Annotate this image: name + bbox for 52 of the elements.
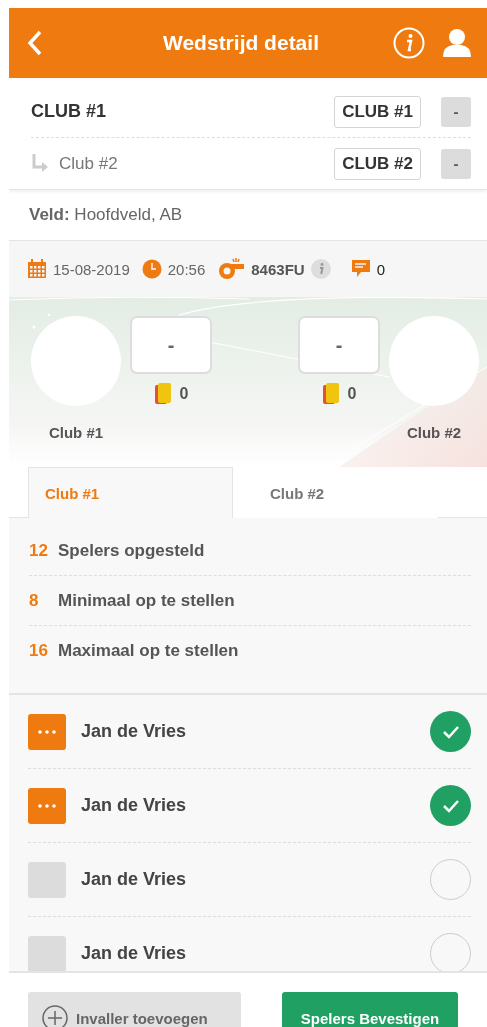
card-icon [321, 382, 340, 406]
calendar-icon [27, 259, 47, 279]
remove-button[interactable]: - [441, 148, 471, 179]
comment-icon [350, 259, 371, 279]
stat-number: 16 [29, 640, 49, 661]
remove-button[interactable]: - [441, 96, 471, 127]
club-tag: CLUB #1 [334, 95, 421, 128]
player-name: Jan de Vries [81, 721, 188, 742]
add-substitute-button[interactable]: Invaller toevoegen [28, 992, 241, 1027]
player-menu-button[interactable] [28, 787, 66, 824]
player-menu-button[interactable] [28, 713, 66, 750]
more-icon [38, 803, 56, 808]
club-name: CLUB #1 [31, 101, 107, 122]
info-icon[interactable] [310, 259, 331, 279]
stat-number: 8 [29, 590, 40, 611]
match-date: 15-08-2019 [53, 260, 130, 278]
team-name: Club #2 [406, 424, 462, 441]
stat-label: Spelers opgesteld [58, 540, 205, 561]
score-field[interactable]: - [130, 316, 212, 374]
card-count: 0 [347, 385, 357, 403]
stat-number: 12 [29, 540, 49, 561]
club-name: Club #2 [59, 153, 119, 174]
user-icon[interactable] [441, 28, 473, 58]
checkmark-icon [441, 724, 460, 739]
stat-label: Minimaal op te stellen [58, 590, 235, 611]
card-icon [153, 382, 172, 406]
clock-icon [141, 259, 162, 279]
more-icon [38, 729, 56, 734]
score-field[interactable]: - [298, 316, 380, 374]
info-icon[interactable] [393, 27, 425, 59]
page-title: Wedstrijd detail [162, 31, 320, 55]
field-location: Veld: Hoofdveld, AB [29, 205, 183, 225]
player-checkbox[interactable] [430, 711, 471, 752]
whistle-icon [217, 258, 246, 280]
player-checkbox[interactable] [430, 933, 471, 971]
checkmark-icon [441, 798, 460, 813]
add-icon [42, 1005, 68, 1027]
referee-code: 8463FU [251, 260, 305, 278]
team-name: Club #1 [48, 424, 104, 441]
card-count: 0 [179, 385, 189, 403]
confirm-players-button[interactable]: Spelers Bevestigen [282, 992, 458, 1027]
player-name: Jan de Vries [81, 869, 188, 890]
player-name: Jan de Vries [81, 795, 188, 816]
comment-count: 0 [376, 260, 385, 278]
player-name: Jan de Vries [81, 943, 188, 964]
stat-label: Maximaal op te stellen [58, 640, 239, 661]
player-checkbox[interactable] [430, 859, 471, 900]
back-icon[interactable] [27, 30, 43, 56]
club-tag: CLUB #2 [334, 147, 421, 180]
player-checkbox[interactable] [430, 785, 471, 826]
match-time: 20:56 [167, 260, 206, 278]
sub-arrow-icon [31, 152, 49, 175]
